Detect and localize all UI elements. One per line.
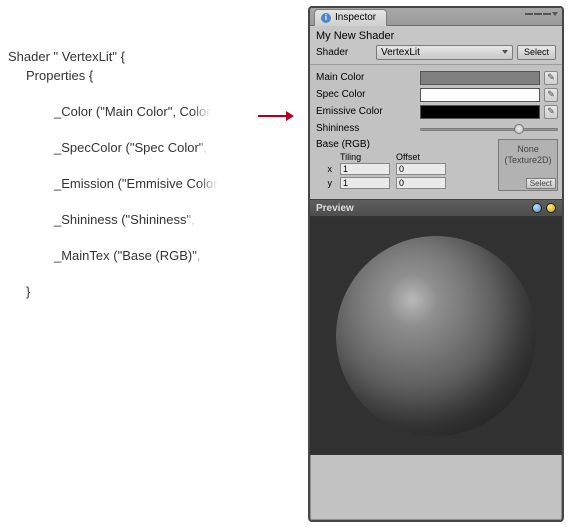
eyedropper-icon[interactable]: ✎ xyxy=(544,88,558,102)
select-button-label: Select xyxy=(524,47,549,57)
color-swatch-emissive[interactable] xyxy=(420,105,540,119)
texture-type-label: (Texture2D) xyxy=(504,155,551,165)
chevron-down-icon xyxy=(502,50,508,54)
tiling-y-input[interactable] xyxy=(340,177,390,189)
code-line: Shader " VertexLit" { xyxy=(8,49,125,64)
code-line: _SpecColor ("Spec Colo xyxy=(54,140,194,155)
texture-slot[interactable]: None (Texture2D) Select xyxy=(498,139,558,191)
properties-list: Main Color ✎ Spec Color ✎ Emissive Color… xyxy=(310,65,562,199)
shader-select-button[interactable]: Select xyxy=(517,45,556,60)
code-line: Properties { xyxy=(26,68,93,83)
code-line: _Emission ("Emmisive xyxy=(54,176,186,191)
slider-thumb[interactable] xyxy=(514,124,524,134)
prop-row-emissive-color: Emissive Color ✎ xyxy=(316,103,558,120)
code-fade: s", xyxy=(180,212,195,227)
prop-row-main-color: Main Color ✎ xyxy=(316,69,558,86)
prop-row-shininess: Shininess xyxy=(316,120,558,137)
material-name: My New Shader xyxy=(316,30,556,42)
texture-block: Base (RGB) Tiling Offset x y xyxy=(316,139,558,191)
eyedropper-icon[interactable]: ✎ xyxy=(544,105,558,119)
shader-label: Shader xyxy=(316,47,372,58)
axis-x-label: x xyxy=(316,164,334,174)
prop-label: Main Color xyxy=(316,72,416,83)
light-color-toggle[interactable] xyxy=(546,203,556,213)
preview-viewport[interactable] xyxy=(310,217,562,455)
info-icon: i xyxy=(321,13,331,23)
prop-label: Spec Color xyxy=(316,89,416,100)
offset-x-input[interactable] xyxy=(396,163,446,175)
eyedropper-icon[interactable]: ✎ xyxy=(544,71,558,85)
offset-header: Offset xyxy=(396,152,446,162)
inspector-tab[interactable]: i Inspector xyxy=(314,9,387,26)
color-swatch-main[interactable] xyxy=(420,71,540,85)
inspector-panel: i Inspector My New Shader Shader VertexL… xyxy=(308,6,564,522)
preview-sphere xyxy=(336,236,536,436)
material-header: My New Shader Shader VertexLit Select xyxy=(310,26,562,65)
panel-menu-button[interactable] xyxy=(525,12,558,16)
inspector-tabbar: i Inspector xyxy=(310,8,562,26)
shader-code-block: Shader " VertexLit" { Properties { _Colo… xyxy=(8,30,218,319)
code-fade: ", xyxy=(192,248,200,263)
mapping-arrow xyxy=(258,115,288,117)
prop-label: Emissive Color xyxy=(316,106,416,117)
shader-dropdown-value: VertexLit xyxy=(381,47,420,58)
texture-select-button[interactable]: Select xyxy=(526,178,556,189)
code-fade: r", xyxy=(194,140,207,155)
code-line: _Shininess ("Shinines xyxy=(54,212,180,227)
prop-row-spec-color: Spec Color ✎ xyxy=(316,86,558,103)
shader-dropdown[interactable]: VertexLit xyxy=(376,45,513,60)
light-blue-toggle[interactable] xyxy=(532,203,542,213)
shininess-slider[interactable] xyxy=(420,122,558,136)
code-line: _Color ("Main Color", xyxy=(54,104,180,119)
texture-label: Base (RGB) xyxy=(316,139,492,150)
code-fade: Color xyxy=(186,176,217,191)
preview-bar: Preview xyxy=(310,199,562,217)
tiling-header: Tiling xyxy=(340,152,390,162)
prop-label: Shininess xyxy=(316,123,416,134)
axis-y-label: y xyxy=(316,178,334,188)
color-swatch-spec[interactable] xyxy=(420,88,540,102)
texture-none-label: None xyxy=(517,144,539,154)
code-line: _MainTex ("Base (RGB) xyxy=(54,248,192,263)
code-fade: Color xyxy=(180,104,211,119)
code-line: } xyxy=(26,284,30,299)
preview-label: Preview xyxy=(316,203,354,214)
tiling-x-input[interactable] xyxy=(340,163,390,175)
offset-y-input[interactable] xyxy=(396,177,446,189)
inspector-tab-label: Inspector xyxy=(335,10,376,26)
